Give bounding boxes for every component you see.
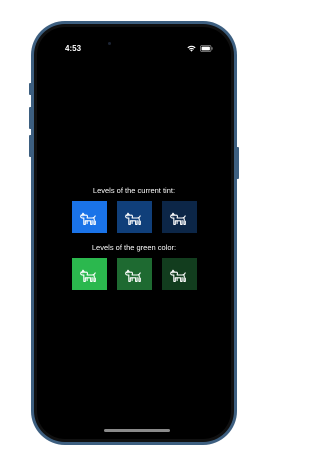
status-time: 4:53 bbox=[65, 44, 82, 53]
section-label: Levels of the current tint: bbox=[92, 186, 176, 195]
tile-row bbox=[71, 201, 197, 233]
color-level-tile bbox=[161, 258, 197, 290]
volume-up-button bbox=[29, 107, 32, 129]
section-label: Levels of the green color: bbox=[91, 243, 177, 252]
dog-icon bbox=[124, 266, 144, 283]
power-button bbox=[236, 147, 239, 179]
tile-row bbox=[71, 258, 197, 290]
dog-icon bbox=[169, 266, 189, 283]
volume-down-button bbox=[29, 135, 32, 157]
dog-icon bbox=[79, 209, 99, 226]
color-level-tile bbox=[116, 201, 152, 233]
phone-frame: 4:53 Levels of the current tint: Levels o… bbox=[29, 21, 239, 445]
color-level-tile bbox=[116, 258, 152, 290]
screen: 4:53 Levels of the current tint: Levels o… bbox=[37, 27, 231, 439]
color-level-tile bbox=[161, 201, 197, 233]
home-indicator[interactable] bbox=[104, 429, 170, 432]
dog-icon bbox=[124, 209, 144, 226]
phone-bezel: 4:53 Levels of the current tint: Levels o… bbox=[34, 24, 234, 442]
color-level-tile bbox=[71, 258, 107, 290]
dynamic-island bbox=[111, 37, 157, 50]
status-icons bbox=[187, 45, 213, 52]
color-level-tile bbox=[71, 201, 107, 233]
action-button bbox=[29, 83, 32, 95]
content: Levels of the current tint: Levels of the… bbox=[37, 185, 231, 299]
dog-icon bbox=[79, 266, 99, 283]
dog-icon bbox=[169, 209, 189, 226]
battery-icon bbox=[200, 45, 213, 52]
wifi-icon bbox=[187, 45, 196, 52]
camera-icon bbox=[108, 42, 111, 45]
